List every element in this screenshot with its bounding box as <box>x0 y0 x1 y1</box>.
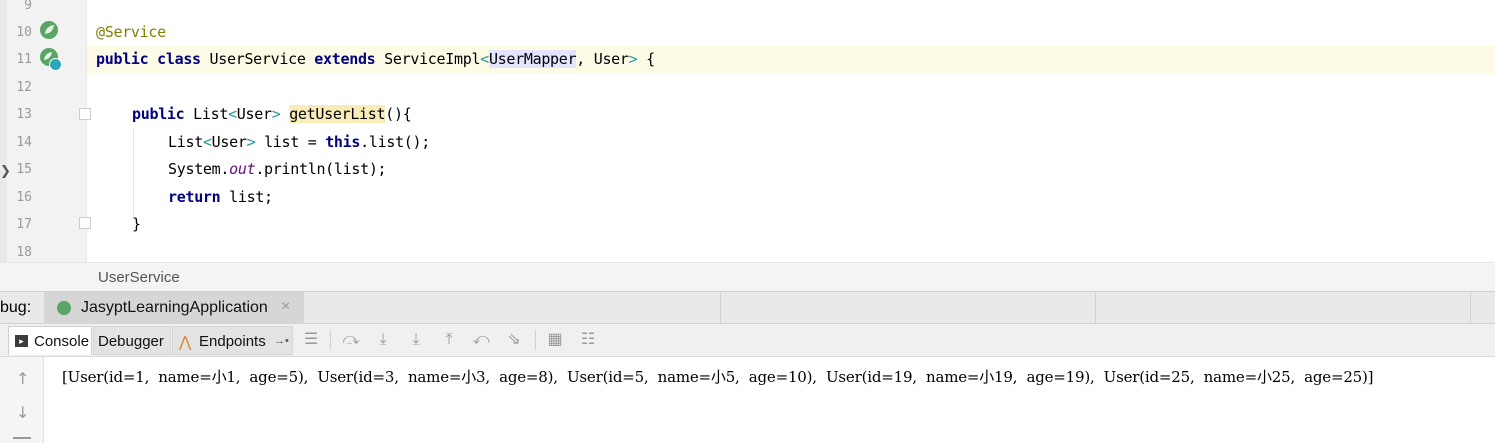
step-out-icon[interactable]: ⤒ <box>440 331 458 349</box>
drop-frame-icon[interactable]: ⤺ <box>472 331 490 349</box>
type-reference: User <box>593 50 629 68</box>
keyword: return <box>168 188 221 206</box>
divider <box>330 330 331 350</box>
line-number: 16 <box>16 190 32 205</box>
line-number: 15 <box>16 162 32 177</box>
trace-icon[interactable]: ☷ <box>579 331 597 349</box>
statement: System. <box>168 160 230 178</box>
breadcrumb[interactable]: UserService <box>0 262 1495 291</box>
tab-label: Console <box>34 333 90 350</box>
console-side-toolbar: ↑ ↓ <box>0 357 44 443</box>
code-line-13[interactable]: public List<User> getUserList(){ <box>132 101 412 128</box>
statement: list; <box>229 188 273 206</box>
generic-bracket: < <box>480 50 489 68</box>
step-over-icon[interactable]: ⤼ <box>342 331 360 349</box>
endpoints-icon: ⋀ <box>179 334 192 351</box>
keyword: this <box>325 133 361 151</box>
keyword: public <box>132 105 185 123</box>
annotation: @Service <box>96 23 166 41</box>
divider <box>535 330 536 350</box>
generic-bracket: > <box>246 133 256 151</box>
generic-bracket: > <box>628 50 638 68</box>
keyword: public <box>96 50 149 68</box>
force-step-into-icon[interactable]: ⤓ <box>407 331 425 349</box>
tab-label: Debugger <box>98 333 164 350</box>
superclass-name: ServiceImpl <box>384 50 481 68</box>
debug-toolbar: ▸ Console Debugger ⋀ Endpoints →• ☰ ⤼ ⤓ … <box>0 324 1495 357</box>
statement: list = <box>264 133 326 151</box>
code-line-16[interactable]: return list; <box>168 184 273 211</box>
down-arrow-icon[interactable]: ↓ <box>16 403 29 422</box>
fold-marker[interactable] <box>79 217 91 229</box>
type-reference: List <box>168 133 203 151</box>
statement: .list(); <box>360 133 430 151</box>
console-panel[interactable]: ↑ ↓ [User(id=1, name=小1, age=5), User(id… <box>0 357 1495 443</box>
static-field: out <box>229 160 256 178</box>
line-number: 10 <box>16 25 32 40</box>
menu-icon[interactable]: ☰ <box>302 331 320 349</box>
type-reference: UserMapper <box>488 50 577 68</box>
statement: .println(list); <box>255 160 387 178</box>
pin-icon: →• <box>274 335 289 347</box>
leaf-icon <box>45 25 54 34</box>
generic-bracket: < <box>202 133 212 151</box>
spring-bean-icon[interactable] <box>40 21 58 39</box>
breadcrumb-item[interactable]: UserService <box>98 269 180 286</box>
console-output: [User(id=1, name=小1, age=5), User(id=3, … <box>62 368 1374 386</box>
code-line-10[interactable]: @Service <box>96 19 166 46</box>
type-reference: User <box>211 133 247 151</box>
run-to-cursor-icon[interactable]: ⇘ <box>505 331 523 349</box>
run-config-tab[interactable]: JasyptLearningApplication × <box>44 292 304 324</box>
line-number: 14 <box>16 135 32 150</box>
debug-label: bug: <box>0 299 32 316</box>
punctuation: , <box>576 50 585 68</box>
divider <box>1470 292 1471 324</box>
brace: { <box>646 50 655 68</box>
generic-bracket: < <box>228 105 237 123</box>
code-line-14[interactable]: List<User> list = this.list(); <box>168 129 430 156</box>
wrap-icon[interactable] <box>13 437 31 439</box>
divider <box>720 292 721 324</box>
close-icon[interactable]: × <box>281 298 290 316</box>
tab-console[interactable]: ▸ Console <box>8 326 92 355</box>
step-into-icon[interactable]: ⤓ <box>374 331 392 349</box>
type-reference: User <box>236 105 272 123</box>
line-number: 13 <box>16 107 32 122</box>
code-line-15[interactable]: System.out.println(list); <box>168 156 387 183</box>
breakpoint-arrow-icon[interactable]: ❯ <box>0 164 11 179</box>
brace: } <box>132 215 141 233</box>
divider <box>1095 292 1096 324</box>
generic-bracket: > <box>271 105 281 123</box>
keyword: class <box>157 50 201 68</box>
evaluate-icon[interactable]: ▦ <box>546 331 564 349</box>
tab-label: Endpoints <box>199 333 266 350</box>
method-name: getUserList <box>289 105 386 123</box>
punctuation: (){ <box>385 105 412 123</box>
indent-guide <box>133 128 134 218</box>
line-number: 11 <box>16 52 32 67</box>
line-number: 17 <box>16 217 32 232</box>
class-name: UserService <box>209 50 306 68</box>
code-line-17[interactable]: } <box>132 211 141 238</box>
keyword: extends <box>314 50 376 68</box>
tab-endpoints[interactable]: ⋀ Endpoints →• <box>172 326 293 355</box>
line-number: 12 <box>16 80 32 95</box>
line-number: 18 <box>16 245 32 260</box>
debug-tool-window-header: bug: JasyptLearningApplication × <box>0 291 1495 324</box>
type-reference: List <box>193 105 229 123</box>
code-editor[interactable]: 9 10 11 12 13 14 15 16 17 18 ❯ @Service … <box>0 0 1495 262</box>
line-number: 9 <box>24 0 32 13</box>
tab-debugger[interactable]: Debugger <box>93 326 171 355</box>
run-config-label: JasyptLearningApplication <box>81 299 268 316</box>
spring-app-icon <box>57 301 71 315</box>
code-line-11[interactable]: public class UserService extends Service… <box>96 46 655 73</box>
up-arrow-icon[interactable]: ↑ <box>16 369 29 388</box>
console-icon: ▸ <box>15 335 28 347</box>
class-badge-icon <box>49 58 62 71</box>
fold-marker[interactable] <box>79 108 91 120</box>
